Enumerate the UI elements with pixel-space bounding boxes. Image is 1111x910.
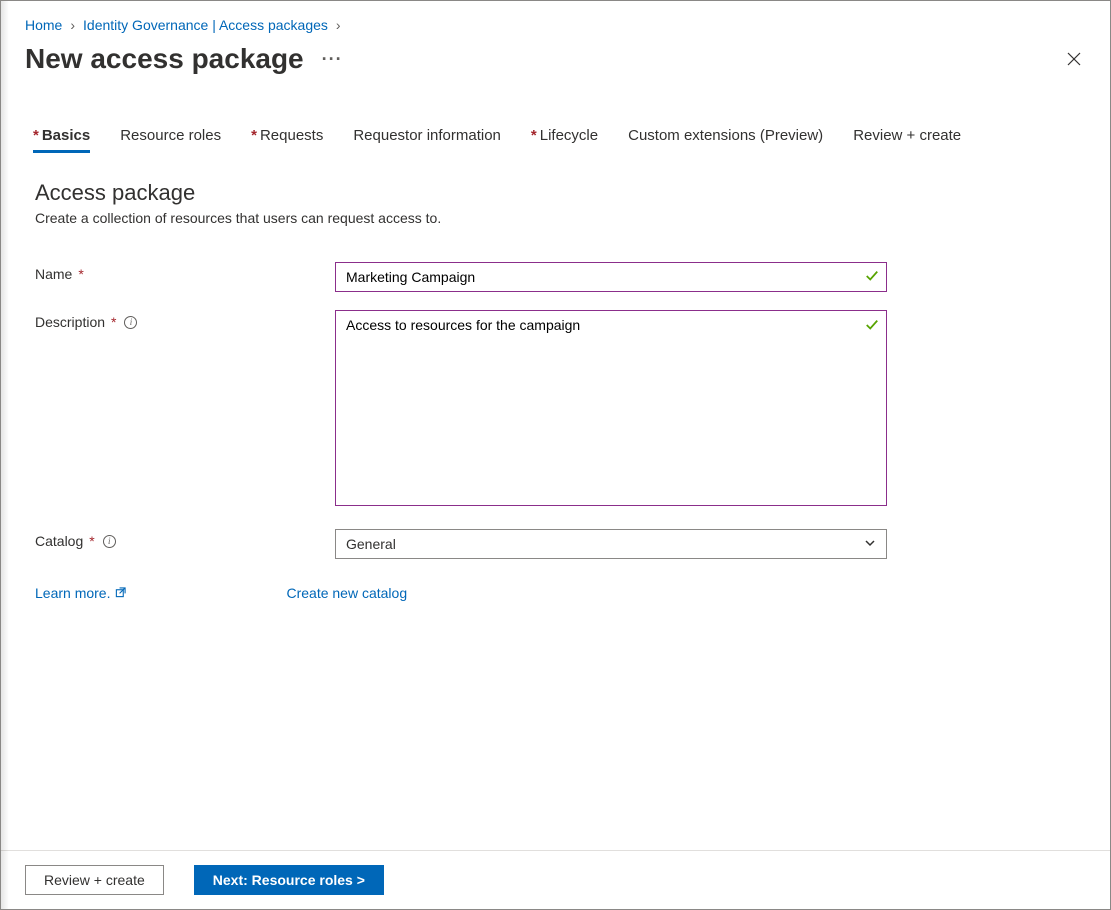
tab-requestor-info[interactable]: Requestor information	[353, 127, 501, 152]
tab-requests[interactable]: * Requests	[251, 127, 323, 152]
catalog-select[interactable]: General	[335, 529, 887, 559]
label-text: Catalog	[35, 533, 83, 549]
breadcrumb-home[interactable]: Home	[25, 17, 62, 33]
required-star-icon: *	[33, 127, 39, 144]
overflow-menu-icon[interactable]: ···	[322, 49, 343, 70]
name-input[interactable]	[335, 262, 887, 292]
learn-more-link[interactable]: Learn more.	[35, 585, 126, 601]
label-text: Description	[35, 314, 105, 330]
tab-label: Custom extensions (Preview)	[628, 127, 823, 144]
catalog-label: Catalog * i	[35, 529, 335, 549]
description-label: Description * i	[35, 310, 335, 330]
required-star-icon: *	[531, 127, 537, 144]
page-title-text: New access package	[25, 43, 304, 75]
link-text: Learn more.	[35, 585, 110, 601]
tab-lifecycle[interactable]: * Lifecycle	[531, 127, 598, 152]
next-button[interactable]: Next: Resource roles >	[194, 865, 384, 895]
review-create-button[interactable]: Review + create	[25, 865, 164, 895]
close-button[interactable]	[1062, 47, 1086, 71]
section-title: Access package	[35, 180, 1086, 206]
info-icon[interactable]: i	[124, 316, 137, 329]
required-star-icon: *	[111, 314, 116, 330]
breadcrumb-governance[interactable]: Identity Governance | Access packages	[83, 17, 328, 33]
section-subtitle: Create a collection of resources that us…	[35, 210, 1086, 226]
tab-custom-extensions[interactable]: Custom extensions (Preview)	[628, 127, 823, 152]
external-link-icon	[115, 585, 126, 601]
chevron-right-icon: ›	[336, 18, 341, 32]
tab-review-create[interactable]: Review + create	[853, 127, 961, 152]
required-star-icon: *	[78, 266, 83, 282]
tab-label: Lifecycle	[540, 127, 598, 144]
page-title: New access package ···	[25, 43, 343, 75]
wizard-footer: Review + create Next: Resource roles >	[1, 850, 1110, 909]
tab-label: Requests	[260, 127, 323, 144]
tab-resource-roles[interactable]: Resource roles	[120, 127, 221, 152]
info-icon[interactable]: i	[103, 535, 116, 548]
tab-label: Resource roles	[120, 127, 221, 144]
wizard-tabs: * Basics Resource roles * Requests Reque…	[25, 127, 1086, 152]
breadcrumb: Home › Identity Governance | Access pack…	[25, 17, 1086, 33]
tab-label: Review + create	[853, 127, 961, 144]
chevron-down-icon	[864, 536, 876, 552]
tab-basics[interactable]: * Basics	[33, 127, 90, 152]
required-star-icon: *	[89, 533, 94, 549]
create-catalog-link[interactable]: Create new catalog	[286, 585, 407, 601]
required-star-icon: *	[251, 127, 257, 144]
description-textarea[interactable]	[335, 310, 887, 506]
select-value: General	[346, 536, 396, 552]
chevron-right-icon: ›	[70, 18, 75, 32]
tab-label: Requestor information	[353, 127, 501, 144]
label-text: Name	[35, 266, 72, 282]
tab-label: Basics	[42, 127, 90, 144]
name-label: Name *	[35, 262, 335, 282]
